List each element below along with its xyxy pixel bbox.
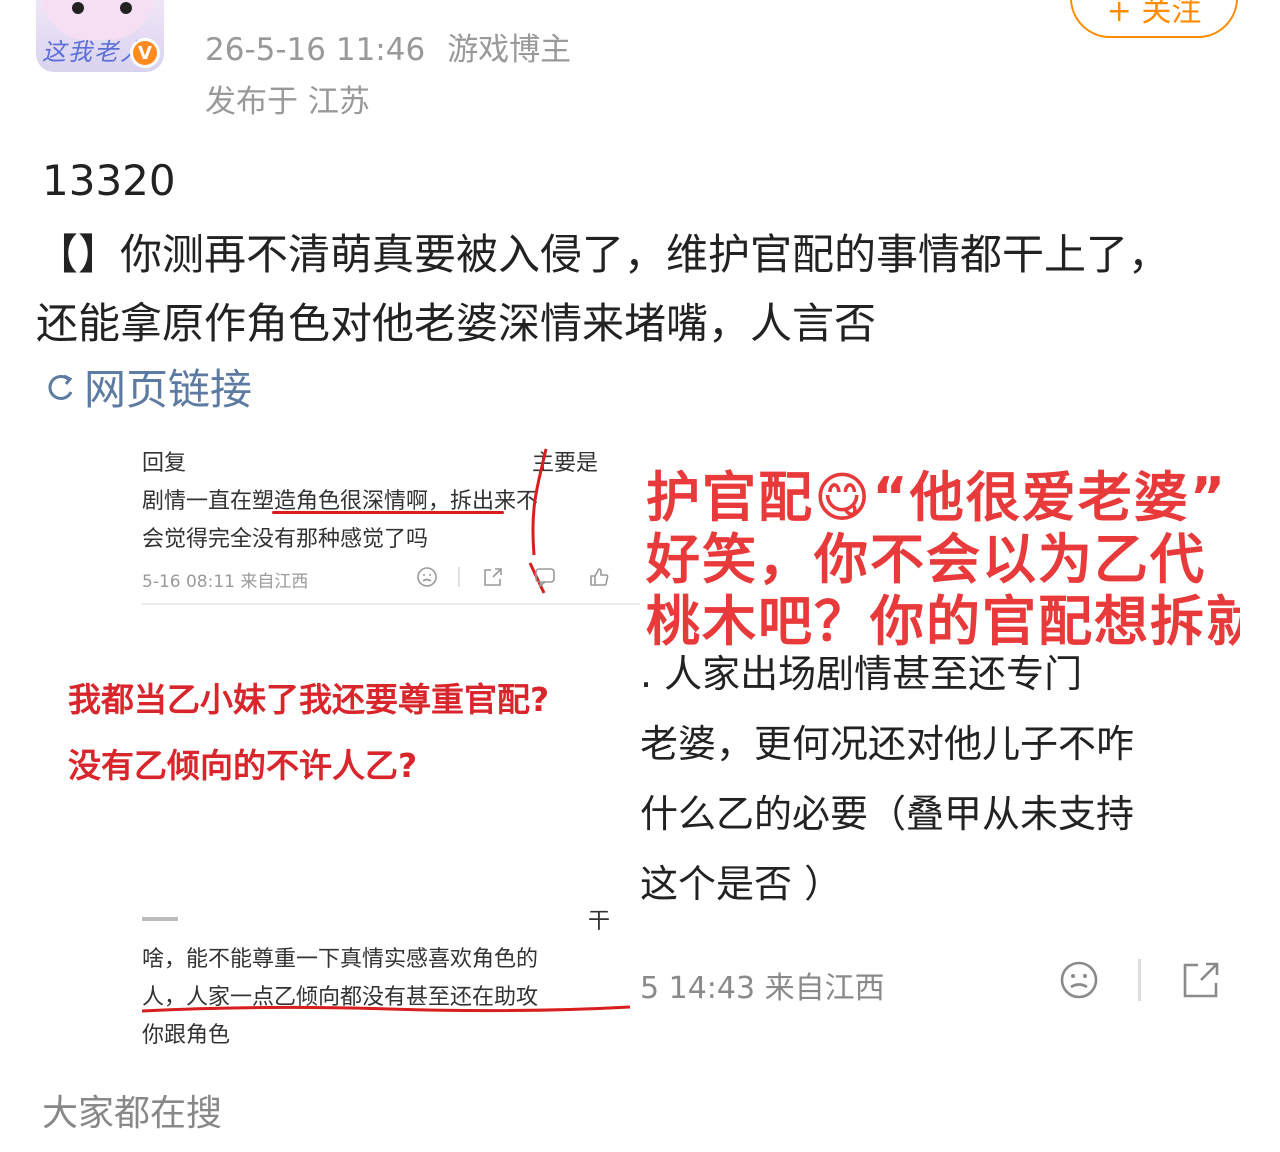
avatar-eye-icon <box>72 2 84 14</box>
caption-line2: 没有乙倾向的不许人乙? <box>68 746 418 785</box>
dislike-icon[interactable] <box>416 566 438 588</box>
post-image-left[interactable]: 回复 主要是 剧情一直在塑造角色很深情啊，拆出来不 会觉得完全没有那种感觉了吗 … <box>40 425 640 1065</box>
verified-badge-icon: V <box>130 38 160 68</box>
follow-button[interactable]: + 关注 <box>1070 0 1238 38</box>
post-location: 发布于 江苏 <box>205 84 370 120</box>
redacted-text <box>142 917 178 921</box>
dislike-icon[interactable] <box>1058 959 1100 1001</box>
avatar-eye-icon <box>120 2 132 14</box>
comment1-meta: 5-16 08:11 来自江西 <box>142 572 309 592</box>
trending-search-title: 大家都在搜 <box>42 1093 223 1134</box>
comment1-reply: 回复 <box>142 451 187 476</box>
like-icon[interactable] <box>588 566 610 588</box>
link-icon <box>48 374 73 400</box>
share-icon[interactable] <box>482 566 504 588</box>
post-image-right[interactable]: 护官配😋“他很爱老婆” 好笑，你不会以为乙代 桃木吧？你的官配想拆就 . 人家出… <box>640 445 1240 1045</box>
red-underline <box>141 1005 631 1013</box>
action-divider <box>458 567 460 587</box>
right-line2: 老婆，更何况还对他儿子不咋 <box>640 722 1135 766</box>
post-body: 【】你测再不清萌真要被入侵了，维护官配的事情都干上了，还能拿原作角色对他老婆深情… <box>36 230 1171 348</box>
right-line1: . 人家出场剧情甚至还专门 <box>640 652 1083 696</box>
comment2-line1-end: 干 <box>588 909 611 934</box>
web-link-label: 网页链接 <box>84 365 253 414</box>
caption-line1: 我都当乙小妹了我还要尊重官配? <box>68 680 550 719</box>
comment2-line4: 你跟角色 <box>142 1023 231 1048</box>
share-icon[interactable] <box>1180 959 1222 1001</box>
right-meta: 5 14:43 来自江西 <box>640 971 885 1006</box>
web-link[interactable]: 网页链接 <box>44 356 252 417</box>
comment1-line3: 会觉得完全没有那种感觉了吗 <box>142 527 429 552</box>
post-meta: 26-5-16 11:46 游戏博主 <box>205 24 571 69</box>
action-divider <box>1138 959 1141 1001</box>
comment-icon[interactable] <box>534 566 556 588</box>
post-number: 13320 <box>42 156 176 205</box>
user-role: 游戏博主 <box>447 32 572 68</box>
red-underline <box>272 511 504 514</box>
post-timestamp: 26-5-16 11:46 <box>205 32 426 68</box>
comment-divider <box>142 603 640 605</box>
right-line4: 这个是否 ） <box>640 862 843 906</box>
comment2-line2: 啥，能不能尊重一下真情实感喜欢角色的 <box>142 947 539 972</box>
right-line3: 什么乙的必要（叠甲从未支持 <box>640 792 1135 836</box>
